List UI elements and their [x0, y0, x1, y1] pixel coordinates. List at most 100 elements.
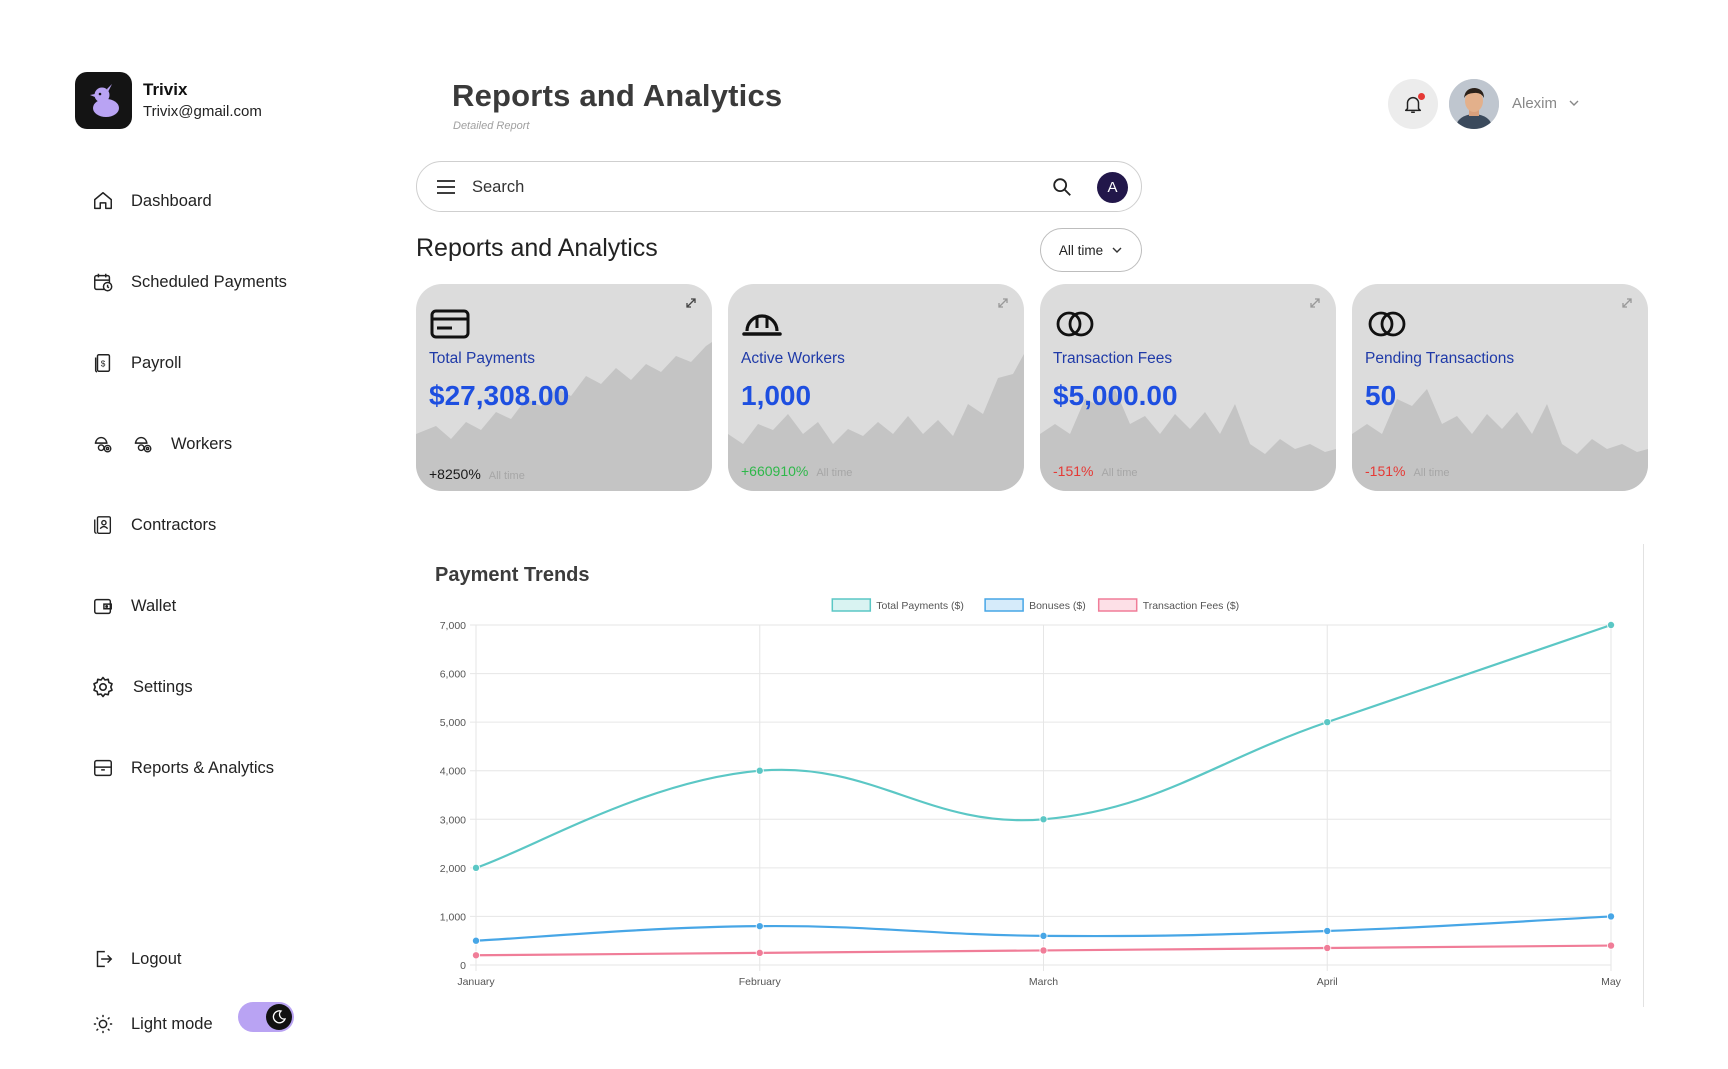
sidebar-item-wallet[interactable]: Wallet	[91, 592, 176, 620]
expand-icon[interactable]	[1308, 296, 1322, 310]
sidebar-item-reports[interactable]: Reports & Analytics	[91, 754, 274, 782]
chevron-down-icon	[1112, 247, 1122, 253]
legend-label: Total Payments ($)	[876, 600, 964, 612]
stat-period: All time	[1101, 467, 1138, 479]
user-name[interactable]: Alexim	[1512, 95, 1557, 112]
stat-value: 1,000	[741, 380, 812, 411]
stat-value: $27,308.00	[429, 380, 570, 411]
data-point	[472, 863, 481, 872]
y-tick-label: 3,000	[440, 814, 466, 826]
avatar[interactable]	[1449, 79, 1499, 129]
sidebar-item-label: Settings	[133, 677, 193, 696]
svg-text:$: $	[101, 360, 106, 369]
page-title: Reports and Analytics	[452, 78, 783, 113]
legend-swatch	[984, 598, 1024, 612]
moon-icon	[266, 1004, 292, 1030]
legend-swatch	[1097, 598, 1138, 612]
sidebar-item-payroll[interactable]: $ Payroll	[91, 349, 181, 377]
sidebar-item-label: Payroll	[131, 353, 182, 372]
y-tick-label: 0	[460, 960, 466, 972]
y-tick-label: 6,000	[440, 669, 466, 681]
stat-card-pending-transactions[interactable]: Pending Transactions 50 -151% All time	[1352, 284, 1648, 491]
sidebar-item-label: Contractors	[131, 515, 217, 534]
expand-icon[interactable]	[684, 296, 698, 310]
expand-icon[interactable]	[996, 296, 1010, 310]
rings-icon	[1368, 311, 1406, 337]
logout-icon	[91, 947, 115, 971]
menu-icon[interactable]	[435, 177, 457, 197]
y-tick-label: 5,000	[440, 717, 466, 729]
rings-icon	[1056, 311, 1094, 337]
data-point	[1039, 946, 1048, 955]
account-avatar[interactable]: A	[1097, 172, 1128, 203]
x-tick-label: January	[457, 976, 495, 988]
chart-svg: 0 1,000 2,000 3,000 4,000 5,000 6,000 7,000 Janu…	[440, 598, 1622, 988]
sidebar-item-settings[interactable]: Settings	[91, 673, 193, 701]
worker-gear-icon	[91, 432, 115, 456]
theme-toggle[interactable]	[238, 1002, 294, 1032]
stat-period: All time	[1413, 467, 1450, 479]
data-point	[472, 951, 481, 960]
light-mode-item: Light mode	[91, 1010, 213, 1038]
stat-change: +660910% All time	[741, 463, 853, 479]
stat-label: Active Workers	[741, 350, 845, 367]
x-tick-label: May	[1601, 976, 1622, 988]
hard-hat-icon	[742, 314, 782, 336]
data-point	[755, 922, 764, 931]
data-point	[1323, 926, 1332, 935]
time-filter-dropdown[interactable]: All time	[1040, 228, 1142, 272]
archive-box-icon	[91, 756, 115, 780]
stat-label: Transaction Fees	[1053, 350, 1173, 367]
search-input[interactable]	[472, 174, 952, 200]
brand: Trivix Trivix@gmail.com	[75, 72, 262, 129]
logout-button[interactable]: Logout	[91, 945, 181, 973]
sidebar-item-contractors[interactable]: Contractors	[91, 511, 216, 539]
search-icon[interactable]	[1051, 176, 1073, 198]
expand-icon[interactable]	[1620, 296, 1634, 310]
data-point	[1607, 621, 1616, 630]
wallet-icon	[91, 594, 115, 618]
payroll-document-icon: $	[91, 351, 115, 375]
legend-label: Transaction Fees ($)	[1143, 600, 1239, 612]
data-point	[1607, 941, 1616, 950]
sidebar-item-label: Scheduled Payments	[131, 272, 287, 291]
stat-change: -151% All time	[1365, 463, 1450, 479]
legend-label: Bonuses ($)	[1029, 600, 1086, 612]
data-point	[1323, 943, 1332, 952]
calendar-clock-icon	[91, 270, 115, 294]
chevron-down-icon[interactable]	[1568, 97, 1580, 109]
sidebar-item-dashboard[interactable]: Dashboard	[91, 187, 212, 215]
sidebar-item-workers[interactable]: Workers	[91, 430, 232, 458]
gear-icon	[91, 675, 115, 699]
x-tick-label: April	[1317, 976, 1338, 988]
brand-name: Trivix	[143, 79, 188, 99]
brand-email: Trivix@gmail.com	[143, 102, 262, 120]
search-bar: A	[416, 161, 1142, 212]
sidebar-item-label: Reports & Analytics	[131, 758, 275, 777]
legend-swatch	[831, 598, 872, 612]
contract-icon	[91, 513, 115, 537]
logout-label: Logout	[131, 949, 182, 968]
chart-title: Payment Trends	[435, 564, 590, 586]
data-point	[755, 948, 764, 957]
data-point	[755, 766, 764, 775]
credit-card-icon	[430, 309, 470, 339]
stat-card-transaction-fees[interactable]: Transaction Fees $5,000.00 -151% All time	[1040, 284, 1336, 491]
x-tick-label: March	[1029, 976, 1058, 988]
y-tick-label: 2,000	[440, 863, 466, 875]
sidebar-item-label: Workers	[171, 434, 233, 453]
stat-period: All time	[488, 470, 525, 482]
light-mode-label: Light mode	[131, 1014, 213, 1033]
sidebar: Trivix Trivix@gmail.com Dashboard Schedu…	[0, 0, 400, 1069]
sidebar-item-label: Wallet	[131, 596, 177, 615]
stat-card-active-workers[interactable]: Active Workers 1,000 +660910% All time	[728, 284, 1024, 491]
stat-card-total-payments[interactable]: Total Payments $27,308.00 +8250% All time	[416, 284, 712, 491]
stat-value: $5,000.00	[1053, 380, 1178, 411]
sun-icon	[91, 1012, 115, 1036]
stat-value: 50	[1365, 380, 1397, 411]
stat-period: All time	[816, 467, 853, 479]
sidebar-item-scheduled-payments[interactable]: Scheduled Payments	[91, 268, 287, 296]
data-point	[1323, 718, 1332, 727]
notification-button[interactable]	[1388, 79, 1438, 129]
stat-label: Pending Transactions	[1365, 350, 1515, 367]
